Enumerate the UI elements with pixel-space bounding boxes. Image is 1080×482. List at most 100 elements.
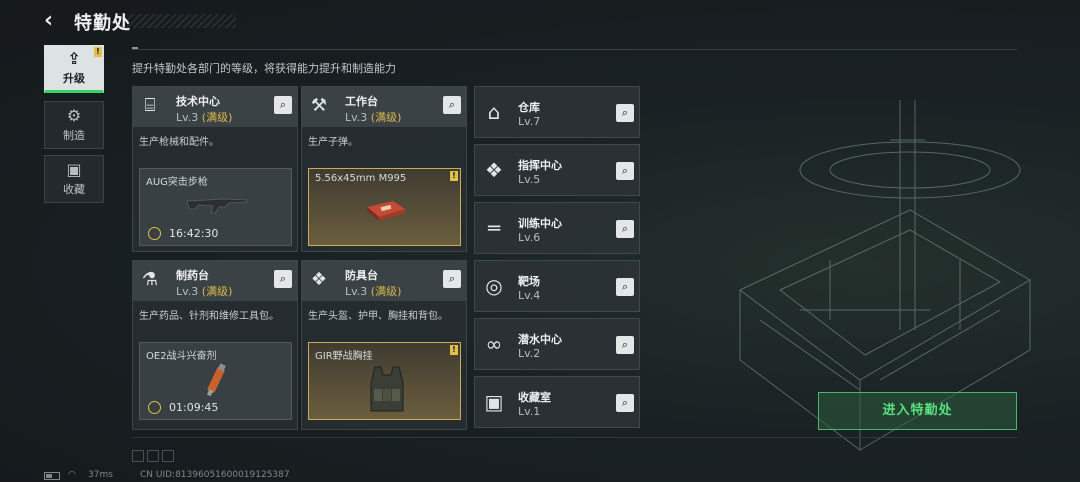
facility-item-diving[interactable]: ∞ 潜水中心 Lv.2 ⌕	[474, 318, 640, 370]
search-icon[interactable]: ⌕	[616, 104, 634, 122]
product-name: GIR野战胸挂	[315, 351, 373, 362]
facility-level: Lv.5	[518, 173, 541, 186]
warehouse-icon: ⌂	[487, 100, 501, 124]
facility-card-pharmacy[interactable]: ⚗ 制药台 Lv.3 (满级) ⌕ 生产药品、针剂和维修工具包。 OE2战斗兴奋…	[132, 260, 298, 430]
indicator-dot	[162, 450, 174, 462]
section-subtitle: 提升特勤处各部门的等级，将获得能力提升和制造能力	[132, 62, 396, 75]
facility-name: 技术中心	[176, 95, 220, 108]
nav-craft-label: 制造	[63, 128, 85, 142]
facility-card-tech-center[interactable]: ⌸ 技术中心 Lv.3 (满级) ⌕ 生产枪械和配件。 AUG突击步枪 16:4…	[132, 86, 298, 252]
facility-item-warehouse[interactable]: ⌂ 仓库 Lv.7 ⌕	[474, 86, 640, 138]
facility-name: 训练中心	[518, 217, 562, 230]
search-icon[interactable]: ⌕	[443, 270, 461, 288]
facility-level: Lv.4	[518, 289, 541, 302]
facility-name: 指挥中心	[518, 159, 562, 172]
facility-level: Lv.3 (满级)	[176, 111, 233, 124]
search-icon[interactable]: ⌕	[274, 96, 292, 114]
title-decoration	[118, 14, 236, 28]
clock-icon	[148, 401, 161, 414]
facility-desc: 生产药品、针剂和维修工具包。	[139, 311, 279, 322]
notice-badge: !	[94, 47, 102, 57]
facility-name: 潜水中心	[518, 333, 562, 346]
card-header: ⚒ 工作台 Lv.3 (满级) ⌕	[302, 87, 466, 127]
uid-text: CN UID:813960516000191253​87	[140, 470, 290, 480]
product-name: OE2战斗兴奋剂	[146, 351, 217, 362]
nav-collection-label: 收藏	[63, 182, 85, 196]
facility-name: 制药台	[176, 269, 209, 282]
footer-divider	[132, 437, 1017, 438]
facility-level: Lv.2	[518, 347, 541, 360]
stimulant-injector-image	[207, 363, 226, 397]
facility-item-command-center[interactable]: ❖ 指挥中心 Lv.5 ⌕	[474, 144, 640, 196]
nav-upgrade-label: 升级	[63, 71, 85, 85]
facility-level: Lv.3 (满级)	[176, 285, 233, 298]
indicator-dot	[132, 450, 144, 462]
timer-row: 16:42:30	[148, 227, 218, 240]
search-icon[interactable]: ⌕	[616, 336, 634, 354]
timer-text: 16:42:30	[169, 227, 219, 240]
ammo-box-image	[367, 201, 405, 221]
ping-text: 37ms	[88, 470, 113, 480]
facility-name: 仓库	[518, 101, 540, 114]
facility-name: 工作台	[345, 95, 378, 108]
complete-badge: !	[450, 345, 458, 355]
facility-desc: 生产子弹。	[308, 137, 358, 148]
gears-icon: ⚙	[66, 105, 82, 125]
facility-card-armor-bench[interactable]: ❖ 防具台 Lv.3 (满级) ⌕ 生产头盔、护甲、胸挂和背包。 GIR野战胸挂…	[301, 260, 467, 430]
card-header: ⌸ 技术中心 Lv.3 (满级) ⌕	[133, 87, 297, 127]
production-slot-complete[interactable]: 5.56x45mm M995 !	[308, 168, 461, 246]
nav-craft[interactable]: ⚙ 制造	[44, 101, 104, 149]
tech-center-icon: ⌸	[144, 95, 156, 116]
production-slot[interactable]: OE2战斗兴奋剂 01:09:45	[139, 342, 292, 420]
upgrade-icon: ⇪	[67, 48, 81, 68]
enter-special-ops-button[interactable]: 进入特勤处	[818, 392, 1017, 430]
search-icon[interactable]: ⌕	[616, 278, 634, 296]
facility-card-workbench[interactable]: ⚒ 工作台 Lv.3 (满级) ⌕ 生产子弹。 5.56x45mm M995 !	[301, 86, 467, 252]
header-divider	[132, 49, 1017, 50]
product-name: 5.56x45mm M995	[315, 173, 407, 184]
rifle-image	[186, 198, 248, 214]
facility-desc: 生产头盔、护甲、胸挂和背包。	[308, 311, 448, 322]
back-arrow-icon[interactable]: ‹	[44, 10, 64, 32]
pharmacy-icon: ⚗	[141, 269, 159, 290]
armor-bench-icon: ❖	[310, 269, 328, 290]
facility-level: Lv.7	[518, 115, 541, 128]
facility-name: 防具台	[345, 269, 378, 282]
facility-level: Lv.3 (满级)	[345, 111, 402, 124]
search-icon[interactable]: ⌕	[616, 220, 634, 238]
command-center-icon: ❖	[485, 158, 503, 182]
facility-level: Lv.3 (满级)	[345, 285, 402, 298]
card-header: ⚗ 制药台 Lv.3 (满级) ⌕	[133, 261, 297, 301]
workbench-icon: ⚒	[310, 95, 328, 116]
product-name: AUG突击步枪	[146, 177, 208, 188]
divider-tick	[132, 47, 138, 49]
nav-collection[interactable]: ▣ 收藏	[44, 155, 104, 203]
facility-desc: 生产枪械和配件。	[139, 137, 219, 148]
search-icon[interactable]: ⌕	[616, 162, 634, 180]
search-icon[interactable]: ⌕	[274, 270, 292, 288]
facility-item-collection-room[interactable]: ▣ 收藏室 Lv.1 ⌕	[474, 376, 640, 428]
wifi-icon: ◠	[68, 470, 76, 480]
facility-name: 收藏室	[518, 391, 551, 404]
complete-badge: !	[450, 171, 458, 181]
collection-room-icon: ▣	[484, 390, 504, 414]
timer-row: 01:09:45	[148, 401, 218, 414]
timer-text: 01:09:45	[169, 401, 219, 414]
card-header: ❖ 防具台 Lv.3 (满级) ⌕	[302, 261, 466, 301]
battery-icon	[44, 472, 60, 480]
production-slot-complete[interactable]: GIR野战胸挂 !	[308, 342, 461, 420]
production-slot[interactable]: AUG突击步枪 16:42:30	[139, 168, 292, 246]
shooting-range-icon: ◎	[485, 274, 503, 298]
search-icon[interactable]: ⌕	[616, 394, 634, 412]
page-indicator	[132, 450, 174, 462]
training-icon: ═	[487, 216, 501, 240]
indicator-dot	[147, 450, 159, 462]
facility-item-training[interactable]: ═ 训练中心 Lv.6 ⌕	[474, 202, 640, 254]
facility-name: 靶场	[518, 275, 540, 288]
facility-level: Lv.1	[518, 405, 541, 418]
facility-item-shooting-range[interactable]: ◎ 靶场 Lv.4 ⌕	[474, 260, 640, 312]
clock-icon	[148, 227, 161, 240]
search-icon[interactable]: ⌕	[443, 96, 461, 114]
collection-icon: ▣	[66, 159, 82, 179]
nav-upgrade[interactable]: ⇪ 升级 !	[44, 45, 104, 93]
